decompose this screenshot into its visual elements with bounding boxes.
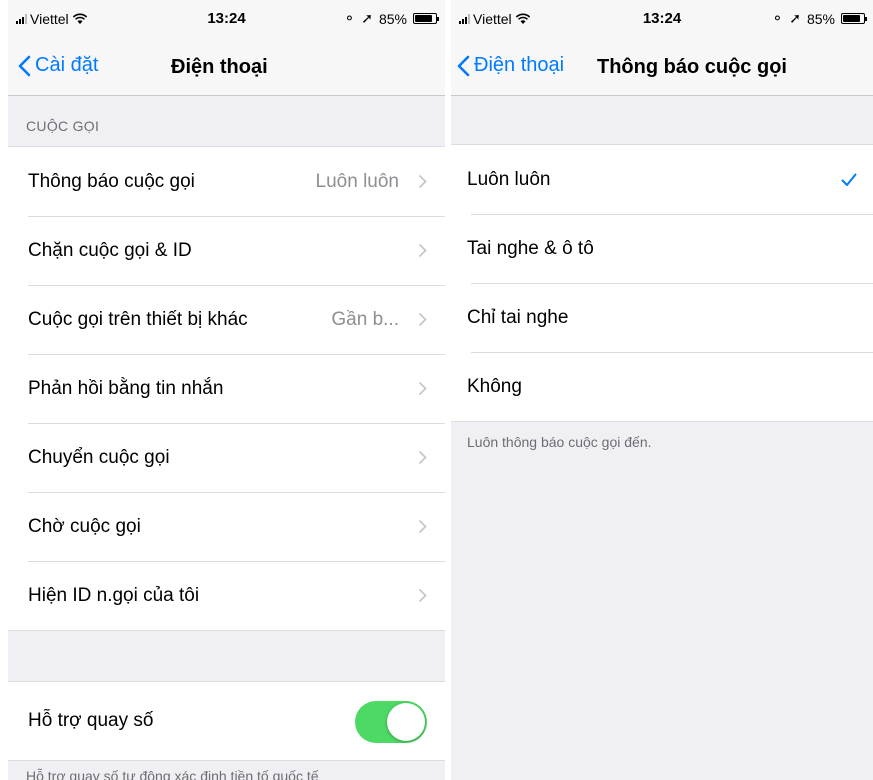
page-title: Thông báo cuộc gọi xyxy=(597,56,787,78)
battery-icon xyxy=(413,13,439,24)
chevron-right-icon xyxy=(418,519,427,534)
chevron-left-icon xyxy=(18,55,31,76)
row-label: Hỗ trợ quay số xyxy=(28,710,154,731)
row-value: Gần b... xyxy=(331,308,399,330)
battery-fill xyxy=(415,15,432,22)
back-button[interactable]: Cài đặt xyxy=(18,54,98,77)
row-label: Chặn cuộc gọi & ID xyxy=(28,239,192,261)
call-announcement-screen: Viettel 13:24 ⚬ ➚ 85% Điện thoại Thông b… xyxy=(451,0,873,780)
navigation-bar: Điện thoại Thông báo cuộc gọi xyxy=(451,36,873,96)
checkmark-icon xyxy=(841,173,857,186)
row-value: Luôn luôn xyxy=(315,170,399,192)
toggle-knob xyxy=(387,703,425,741)
row-label: Phản hồi bằng tin nhắn xyxy=(28,377,224,399)
battery-icon xyxy=(841,13,867,24)
settings-row[interactable]: Chuyển cuộc gọi xyxy=(8,423,445,492)
option-label: Tai nghe & ô tô xyxy=(467,237,594,259)
navigation-bar: Cài đặt Điện thoại xyxy=(8,36,445,96)
option-row[interactable]: Không xyxy=(451,352,873,421)
settings-phone-screen: Viettel 13:24 ⚬ ➚ 85% Cài đặt Điện thoại… xyxy=(8,0,445,780)
announce-options-group: Luôn luôn Tai nghe & ô tô Chỉ tai nghe K… xyxy=(451,144,873,422)
settings-row[interactable]: Hiện ID n.gọi của tôi xyxy=(8,561,445,630)
status-right-group: ⚬ ➚ 85% xyxy=(343,10,439,27)
page-title: Điện thoại xyxy=(171,56,268,78)
options-footer: Luôn thông báo cuộc gọi đến. xyxy=(467,434,652,450)
settings-row[interactable]: Phản hồi bằng tin nhắn xyxy=(8,354,445,423)
row-label: Chuyển cuộc gọi xyxy=(28,446,170,468)
dial-assist-row: Hỗ trợ quay số xyxy=(8,682,445,760)
battery-fill xyxy=(843,15,860,22)
back-label: Điện thoại xyxy=(474,54,565,76)
option-row[interactable]: Chỉ tai nghe xyxy=(451,283,873,352)
row-label: Thông báo cuộc gọi xyxy=(28,170,195,192)
row-label: Chờ cuộc gọi xyxy=(28,515,141,537)
row-label: Cuộc gọi trên thiết bị khác xyxy=(28,308,248,330)
option-row[interactable]: Luôn luôn xyxy=(451,145,873,214)
chevron-right-icon xyxy=(418,312,427,327)
lock-rotation-icon: ⚬ xyxy=(343,10,356,26)
status-right-group: ⚬ ➚ 85% xyxy=(771,10,867,27)
location-icon: ➚ xyxy=(361,10,373,26)
option-label: Luôn luôn xyxy=(467,168,551,190)
chevron-right-icon xyxy=(418,381,427,396)
settings-row[interactable]: Chặn cuộc gọi & ID xyxy=(8,216,445,285)
chevron-right-icon xyxy=(418,243,427,258)
back-button[interactable]: Điện thoại xyxy=(457,54,564,77)
option-row[interactable]: Tai nghe & ô tô xyxy=(451,214,873,283)
location-icon: ➚ xyxy=(789,10,801,26)
lock-rotation-icon: ⚬ xyxy=(771,10,784,26)
dial-assist-group: Hỗ trợ quay số xyxy=(8,681,445,761)
calls-settings-group: Thông báo cuộc gọi Luôn luôn Chặn cuộc g… xyxy=(8,146,445,631)
chevron-right-icon xyxy=(418,174,427,189)
battery-percent: 85% xyxy=(806,10,835,27)
status-bar: Viettel 13:24 ⚬ ➚ 85% xyxy=(451,0,873,36)
option-label: Không xyxy=(467,375,522,397)
section-header: CUỘC GỌI xyxy=(26,118,100,134)
battery-percent: 85% xyxy=(378,10,407,27)
dial-assist-toggle[interactable] xyxy=(355,701,427,743)
settings-row[interactable]: Thông báo cuộc gọi Luôn luôn xyxy=(8,147,445,216)
chevron-left-icon xyxy=(457,55,470,76)
status-bar: Viettel 13:24 ⚬ ➚ 85% xyxy=(8,0,445,36)
settings-row[interactable]: Chờ cuộc gọi xyxy=(8,492,445,561)
settings-row[interactable]: Cuộc gọi trên thiết bị khác Gần b... xyxy=(8,285,445,354)
option-label: Chỉ tai nghe xyxy=(467,306,569,328)
chevron-right-icon xyxy=(418,450,427,465)
chevron-right-icon xyxy=(418,588,427,603)
row-label: Hiện ID n.gọi của tôi xyxy=(28,584,200,606)
dial-assist-footer: Hỗ trợ quay số tự động xác định tiền tố … xyxy=(26,768,319,780)
back-label: Cài đặt xyxy=(35,54,99,76)
